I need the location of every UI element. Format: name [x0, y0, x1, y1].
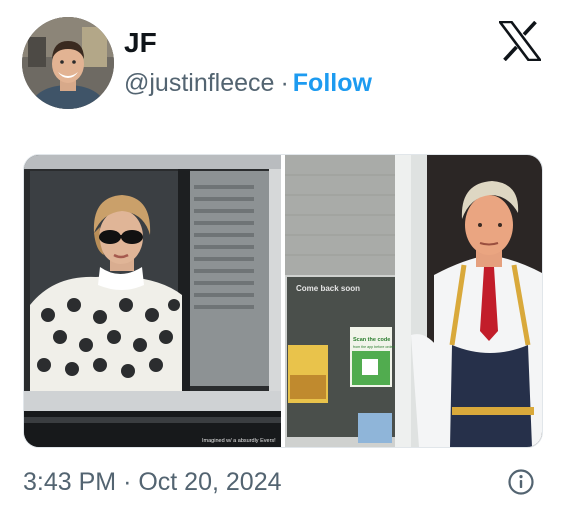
author-handle[interactable]: @justinfleece — [124, 69, 274, 97]
scan-sign-subtext: from the app before ordering — [353, 345, 399, 349]
author-handle-row: @justinfleece · Follow — [124, 67, 372, 99]
handle-separator: · — [280, 69, 289, 97]
avatar-image — [22, 17, 114, 109]
author-display-name[interactable]: JF — [124, 26, 157, 60]
x-logo-icon[interactable] — [497, 20, 543, 62]
watermark-text: Imagined w/ a absurdly Evers! — [202, 438, 276, 444]
follow-button[interactable]: Follow — [293, 69, 372, 97]
right-photo[interactable]: Come back soon Scan the code from the ap… — [285, 155, 542, 447]
tweet-media[interactable]: Imagined w/ a absurdly Evers! Come back … — [23, 154, 543, 448]
timestamp-date: Oct 20, 2024 — [138, 468, 282, 496]
left-photo[interactable]: Imagined w/ a absurdly Evers! — [24, 155, 281, 447]
menu-sign-heading: Come back soon — [296, 284, 360, 293]
tweet-timestamp[interactable]: 3:43 PM · Oct 20, 2024 — [23, 466, 282, 498]
timestamp-time: 3:43 PM — [23, 468, 117, 496]
timestamp-separator: · — [123, 468, 132, 496]
info-icon[interactable] — [507, 468, 535, 496]
scan-sign-text: Scan the code — [353, 337, 390, 343]
avatar[interactable] — [22, 17, 114, 109]
